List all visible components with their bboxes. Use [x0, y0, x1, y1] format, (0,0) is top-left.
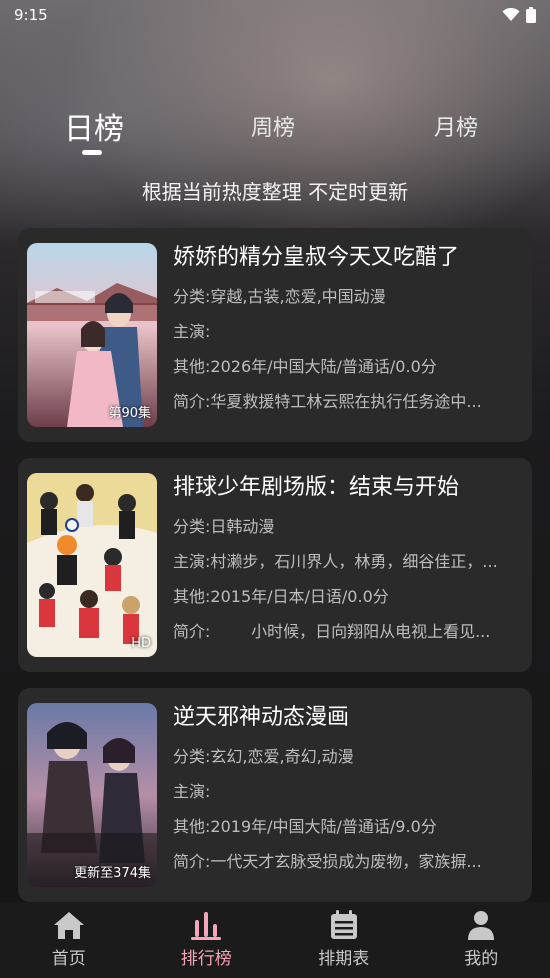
nav-profile-label: 我的	[464, 949, 499, 969]
other-label: 其他:	[173, 587, 211, 606]
category-value: 日韩动漫	[210, 517, 275, 536]
tab-weekly[interactable]: 周榜	[251, 110, 295, 142]
nav-schedule[interactable]: 排期表	[275, 902, 413, 978]
other-value: 2015年/日本/日语/0.0分	[210, 587, 389, 606]
item-title[interactable]: 排球少年剧场版：结束与开始	[173, 472, 522, 504]
status-bar: 9:15	[0, 0, 550, 30]
intro-label: 简介:	[173, 622, 211, 641]
category-value: 穿越,古装,恋爱,中国动漫	[210, 287, 386, 306]
poster-art	[27, 473, 157, 657]
poster-image[interactable]: HD	[27, 473, 157, 657]
category-label: 分类:	[173, 287, 211, 306]
nav-ranking-label: 排行榜	[180, 949, 232, 969]
episode-badge: 第90集	[108, 406, 151, 421]
list-item[interactable]: 更新至374集 逆天邪神动态漫画 分类:玄幻,恋爱,奇幻,动漫 主演: 其他:2…	[18, 688, 532, 902]
list-item[interactable]: 第90集 娇娇的精分皇叔今天又吃醋了 分类:穿越,古装,恋爱,中国动漫 主演: …	[18, 228, 532, 442]
cast-value: 村濑步，石川界人，林勇，细谷佳正，...	[210, 552, 498, 571]
tab-monthly[interactable]: 月榜	[434, 110, 478, 142]
quality-badge: HD	[131, 636, 151, 651]
battery-icon	[526, 7, 536, 23]
nav-schedule-label: 排期表	[318, 949, 370, 969]
nav-profile[interactable]: 我的	[413, 902, 550, 978]
other-label: 其他:	[173, 817, 211, 836]
cast-label: 主演:	[173, 782, 211, 801]
calendar-icon	[330, 910, 357, 939]
bottom-nav: 首页 排行榜 排期表 我的	[0, 902, 550, 978]
intro-label: 简介:	[173, 392, 211, 411]
home-icon	[53, 912, 84, 939]
other-value: 2019年/中国大陆/普通话/9.0分	[210, 817, 437, 836]
item-title[interactable]: 逆天邪神动态漫画	[173, 702, 522, 734]
other-label: 其他:	[173, 357, 211, 376]
other-value: 2026年/中国大陆/普通话/0.0分	[210, 357, 437, 376]
poster-art	[27, 243, 157, 427]
bar-chart-icon	[191, 912, 222, 940]
ranking-subtitle: 根据当前热度整理 不定时更新	[141, 180, 409, 204]
cast-label: 主演:	[173, 322, 211, 341]
nav-home[interactable]: 首页	[0, 902, 138, 978]
list-item[interactable]: HD 排球少年剧场版：结束与开始 分类:日韩动漫 主演:村濑步，石川界人，林勇，…	[18, 458, 532, 672]
poster-image[interactable]: 第90集	[27, 243, 157, 427]
item-title[interactable]: 娇娇的精分皇叔今天又吃醋了	[173, 242, 522, 274]
update-badge: 更新至374集	[74, 866, 151, 881]
poster-image[interactable]: 更新至374集	[27, 703, 157, 887]
intro-value: 华夏救援特工林云熙在执行任务途中...	[210, 392, 482, 411]
intro-value: 一代天才玄脉受损成为废物，家族摒...	[210, 852, 482, 871]
cast-label: 主演:	[173, 552, 211, 571]
nav-home-label: 首页	[51, 949, 86, 969]
category-label: 分类:	[173, 747, 211, 766]
tab-daily[interactable]: 日榜	[64, 104, 124, 148]
intro-label: 简介:	[173, 852, 211, 871]
ranking-list: 第90集 娇娇的精分皇叔今天又吃醋了 分类:穿越,古装,恋爱,中国动漫 主演: …	[18, 228, 532, 918]
user-icon	[468, 911, 495, 940]
category-value: 玄幻,恋爱,奇幻,动漫	[210, 747, 354, 766]
tab-indicator	[82, 150, 102, 155]
category-label: 分类:	[173, 517, 211, 536]
wifi-icon	[502, 8, 520, 21]
status-time: 9:15	[14, 6, 48, 24]
intro-value: 小时候，日向翔阳从电视上看见...	[210, 622, 491, 641]
nav-ranking[interactable]: 排行榜	[138, 902, 276, 978]
poster-art	[27, 703, 157, 887]
